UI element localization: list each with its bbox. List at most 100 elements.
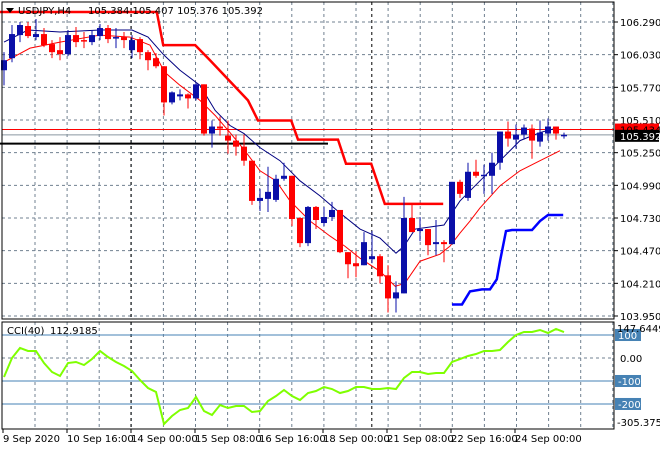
candle-body (217, 126, 223, 129)
candle-body (273, 178, 279, 200)
candle-body (409, 218, 415, 233)
candle-body (553, 126, 559, 134)
candle-body (561, 134, 567, 137)
candle-body (153, 58, 159, 67)
chart-header: USDJPY,H4 105.384 105.407 105.376 105.39… (6, 6, 263, 17)
candle-body (193, 84, 199, 99)
candle-body (249, 160, 255, 201)
candle-body (337, 209, 343, 253)
candle-body (169, 92, 175, 103)
y-tick-label: 105.250 (620, 149, 660, 160)
x-tick-label: 9 Sep 2020 (3, 434, 60, 445)
candle-body (281, 175, 287, 179)
bullish-candle (305, 205, 311, 247)
candle-body (121, 37, 127, 41)
x-tick-label: 18 Sep 00:00 (323, 434, 390, 445)
candle-body (313, 206, 319, 221)
candle-body (225, 135, 231, 141)
candle-body (241, 146, 247, 161)
x-tick-label: 16 Sep 16:00 (259, 434, 326, 445)
bullish-candle (449, 181, 455, 245)
candle-body (161, 66, 167, 103)
cci-zero-label: 0.00 (620, 354, 642, 365)
bearish-candle (289, 175, 295, 227)
candle-body (73, 35, 79, 43)
candle-body (329, 209, 335, 217)
candle-body (481, 174, 487, 177)
bullish-candle (193, 82, 199, 101)
candle-body (425, 229, 431, 246)
candle-body (465, 171, 471, 198)
symbol-label: USDJPY,H4 (18, 6, 71, 17)
candle-body (401, 218, 407, 294)
y-tick-label: 105.770 (620, 83, 660, 94)
candle-body (417, 229, 423, 232)
candle-body (513, 134, 519, 140)
candle-body (81, 40, 87, 42)
candle-body (305, 206, 311, 244)
candle-body (297, 218, 303, 244)
cci-value: 112.9185 (50, 326, 98, 337)
candle-body (145, 52, 151, 61)
trading-chart[interactable]: 106.290106.030105.770105.510105.250104.9… (0, 0, 660, 450)
candle-body (209, 126, 215, 134)
candle-body (201, 84, 207, 134)
candle-body (321, 216, 327, 224)
candle-body (529, 128, 535, 141)
cci-title: CCI(40) (7, 326, 45, 337)
y-tick-label: 106.030 (620, 51, 660, 62)
bullish-candle (273, 174, 279, 202)
candle-body (57, 50, 63, 55)
y-tick-label: 104.210 (620, 279, 660, 290)
cci-header: CCI(40) 112.9185 (7, 326, 98, 337)
candle-body (489, 162, 495, 176)
bearish-candle (337, 209, 343, 254)
candle-body (473, 171, 479, 176)
bearish-candle (249, 160, 255, 205)
y-tick-label: 106.290 (620, 18, 660, 29)
x-tick-label: 22 Sep 16:00 (451, 434, 518, 445)
candle-body (105, 28, 111, 40)
candle-body (233, 140, 239, 147)
candle-body (545, 126, 551, 134)
bid-price-label: 105.392 (620, 132, 660, 143)
candle-body (65, 35, 71, 55)
y-tick-label: 104.990 (620, 181, 660, 192)
x-tick-label: 10 Sep 16:00 (67, 434, 134, 445)
bearish-candle (297, 216, 303, 248)
candle-body (89, 35, 95, 43)
y-tick-label: 104.470 (620, 247, 660, 258)
candle-body (457, 181, 463, 194)
candle-body (521, 127, 527, 135)
candle-body (369, 256, 375, 260)
ohlc-readout: 105.384 105.407 105.376 105.392 (88, 6, 263, 17)
candle-body (289, 175, 295, 220)
candle-body (385, 275, 391, 299)
candle-body (97, 28, 103, 37)
cci-level-label: -200 (618, 400, 641, 411)
candle-body (137, 39, 143, 53)
cci-level-label: -100 (618, 377, 641, 388)
candle-body (441, 242, 447, 245)
x-tick-label: 21 Sep 08:00 (387, 434, 454, 445)
candle-body (17, 25, 23, 36)
candle-body (537, 132, 543, 142)
candle-body (113, 37, 119, 39)
cci-max-label: 147.6449 (617, 324, 660, 335)
cci-min-label: -305.3756 (617, 418, 660, 429)
candle-body (177, 94, 183, 97)
candle-body (33, 34, 39, 38)
candle-body (185, 94, 191, 99)
candle-body (505, 131, 511, 139)
candle-body (129, 40, 135, 51)
candle-body (345, 252, 351, 265)
candle-body (433, 242, 439, 245)
candle-body (361, 242, 367, 266)
candle-body (9, 34, 15, 59)
candle-body (497, 131, 503, 163)
candle-body (377, 256, 383, 277)
candle-body (449, 181, 455, 245)
bearish-candle (201, 84, 207, 136)
candle-body (257, 197, 263, 201)
x-tick-label: 24 Sep 00:00 (515, 434, 582, 445)
